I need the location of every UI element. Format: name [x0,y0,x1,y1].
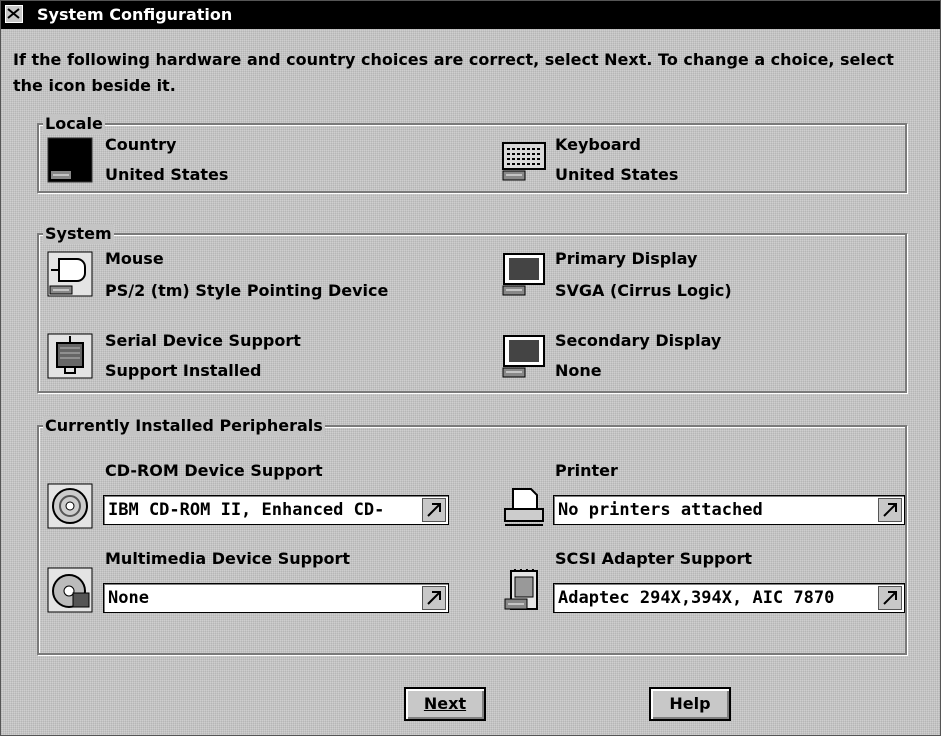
multimedia-dropdown[interactable]: None [103,583,449,613]
instructions-text: If the following hardware and country ch… [13,50,894,95]
scsi-dropdown[interactable]: Adaptec 294X,394X, AIC 7870 [553,583,905,613]
system-legend: System [43,224,114,244]
primary-display-icon[interactable] [501,251,547,297]
peripherals-group: Currently Installed Peripherals [37,416,907,655]
secondary-display-icon[interactable] [501,333,547,379]
serial-device-icon[interactable] [47,333,93,379]
system-configuration-window: System Configuration If the following ha… [0,0,941,736]
cd-icon[interactable] [47,483,93,529]
printer-label: Printer [555,461,618,480]
next-button[interactable]: Next [404,687,486,721]
peripherals-legend: Currently Installed Peripherals [43,416,325,436]
keyboard-icon[interactable] [501,137,547,183]
multimedia-label: Multimedia Device Support [105,549,351,568]
printer-dropdown[interactable]: No printers attached [553,495,905,525]
secondary-display-label: Secondary Display [555,331,722,350]
country-label: Country [105,135,177,154]
scsi-label: SCSI Adapter Support [555,549,753,568]
printer-value: No printers attached [558,500,763,520]
secondary-display-value: None [555,361,602,380]
scsi-dropdown-button[interactable] [878,586,902,610]
system-menu-icon[interactable] [5,5,23,23]
cdrom-dropdown-button[interactable] [422,498,446,522]
help-button[interactable]: Help [649,687,731,721]
primary-display-value: SVGA (Cirrus Logic) [555,281,732,300]
cdrom-value: IBM CD-ROM II, Enhanced CD- [108,500,385,520]
keyboard-label: Keyboard [555,135,641,154]
primary-display-label: Primary Display [555,249,698,268]
scsi-value: Adaptec 294X,394X, AIC 7870 [558,588,835,608]
multimedia-value: None [108,588,149,608]
mouse-icon[interactable] [47,251,93,297]
mouse-value: PS/2 (tm) Style Pointing Device [105,281,389,300]
cdrom-dropdown[interactable]: IBM CD-ROM II, Enhanced CD- [103,495,449,525]
globe-icon[interactable] [47,137,93,183]
title-bar: System Configuration [1,1,940,29]
locale-legend: Locale [43,114,105,134]
keyboard-value: United States [555,165,679,184]
scsi-adapter-icon[interactable] [501,567,547,613]
multimedia-dropdown-button[interactable] [422,586,446,610]
mouse-label: Mouse [105,249,164,268]
serial-device-value: Support Installed [105,361,262,380]
printer-icon[interactable] [501,483,547,529]
serial-device-label: Serial Device Support [105,331,301,350]
country-value: United States [105,165,229,184]
cdrom-label: CD-ROM Device Support [105,461,323,480]
window-title: System Configuration [37,5,233,24]
printer-dropdown-button[interactable] [878,498,902,522]
multimedia-icon[interactable] [47,567,93,613]
